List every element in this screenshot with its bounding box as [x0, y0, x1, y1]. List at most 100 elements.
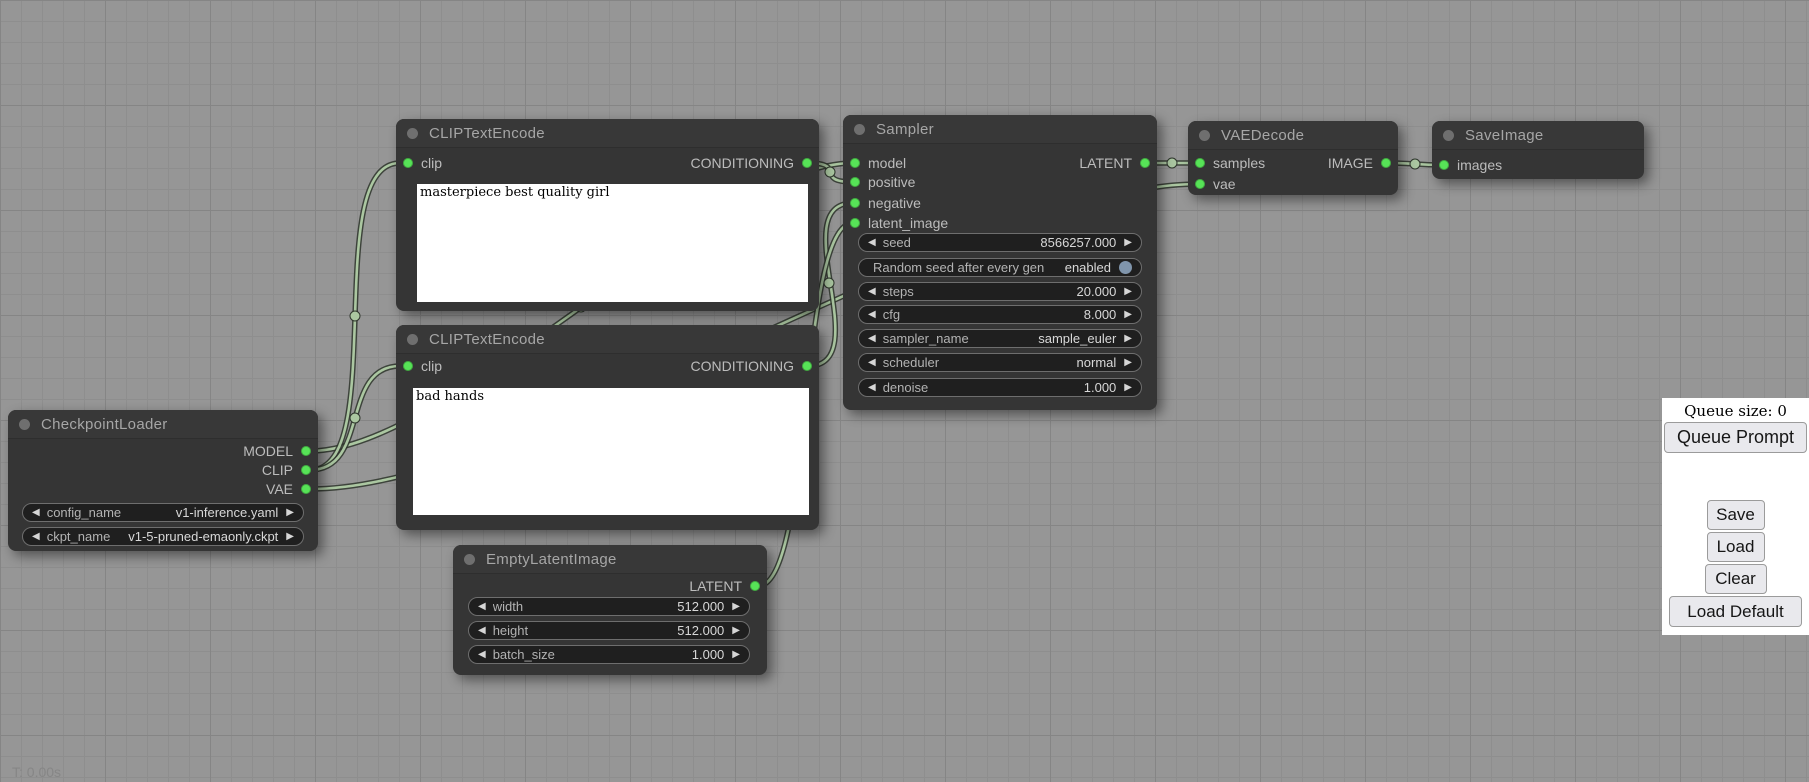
node-titlebar[interactable]: EmptyLatentImage — [453, 545, 767, 574]
positive-prompt-textarea[interactable]: masterpiece best quality girl — [417, 184, 808, 302]
width-widget[interactable]: ◀ width 512.000 ▶ — [468, 597, 750, 616]
next-arrow-icon[interactable]: ▶ — [1124, 238, 1132, 248]
widget-value: 512.000 — [677, 599, 724, 614]
node-titlebar[interactable]: CheckpointLoader — [8, 410, 318, 439]
node-saveimage: SaveImage images — [1432, 121, 1644, 179]
output-port-clip[interactable] — [301, 465, 311, 475]
height-widget[interactable]: ◀ height 512.000 ▶ — [468, 621, 750, 640]
node-title: VAEDecode — [1221, 127, 1304, 144]
widget-label: batch_size — [493, 647, 555, 662]
widget-value: v1-5-pruned-emaonly.ckpt — [128, 529, 278, 544]
output-label: LATENT — [689, 578, 742, 594]
input-port-positive[interactable] — [850, 177, 860, 187]
input-port-clip[interactable] — [403, 158, 413, 168]
widget-label: config_name — [47, 505, 121, 520]
seed-widget[interactable]: ◀ seed 8566257.000 ▶ — [858, 233, 1142, 252]
node-sampler: Sampler model LATENT positive negative l… — [843, 115, 1157, 410]
output-port-image[interactable] — [1381, 158, 1391, 168]
next-arrow-icon[interactable]: ▶ — [1124, 334, 1132, 344]
ckpt-name-widget[interactable]: ◀ ckpt_name v1-5-pruned-emaonly.ckpt ▶ — [22, 527, 304, 546]
load-default-button[interactable]: Load Default — [1669, 596, 1802, 627]
output-port-vae[interactable] — [301, 484, 311, 494]
node-titlebar[interactable]: VAEDecode — [1188, 121, 1398, 150]
queue-prompt-button[interactable]: Queue Prompt — [1664, 422, 1807, 453]
collapse-dot-icon[interactable] — [19, 419, 30, 430]
node-titlebar[interactable]: SaveImage — [1432, 121, 1644, 150]
output-label: VAE — [266, 481, 293, 497]
node-vaedecode: VAEDecode samples IMAGE vae — [1188, 121, 1398, 195]
toggle-on-icon[interactable] — [1119, 261, 1132, 274]
next-arrow-icon[interactable]: ▶ — [732, 626, 740, 636]
next-arrow-icon[interactable]: ▶ — [1124, 287, 1132, 297]
config-name-widget[interactable]: ◀ config_name v1-inference.yaml ▶ — [22, 503, 304, 522]
input-label: negative — [868, 195, 921, 211]
prev-arrow-icon[interactable]: ◀ — [868, 310, 876, 320]
output-port-latent[interactable] — [750, 581, 760, 591]
prev-arrow-icon[interactable]: ◀ — [868, 358, 876, 368]
next-arrow-icon[interactable]: ▶ — [1124, 310, 1132, 320]
output-label: LATENT — [1079, 155, 1132, 171]
prev-arrow-icon[interactable]: ◀ — [868, 238, 876, 248]
prev-arrow-icon[interactable]: ◀ — [868, 287, 876, 297]
collapse-dot-icon[interactable] — [407, 128, 418, 139]
output-port-conditioning[interactable] — [802, 361, 812, 371]
node-titlebar[interactable]: CLIPTextEncode — [396, 119, 819, 148]
load-button[interactable]: Load — [1707, 532, 1765, 562]
steps-widget[interactable]: ◀ steps 20.000 ▶ — [858, 282, 1142, 301]
node-checkpointloader: CheckpointLoader MODEL CLIP VAE ◀ config… — [8, 410, 318, 551]
save-button[interactable]: Save — [1707, 500, 1765, 530]
cfg-widget[interactable]: ◀ cfg 8.000 ▶ — [858, 305, 1142, 324]
input-port-clip[interactable] — [403, 361, 413, 371]
collapse-dot-icon[interactable] — [1443, 130, 1454, 141]
input-port-vae[interactable] — [1195, 179, 1205, 189]
scheduler-widget[interactable]: ◀ scheduler normal ▶ — [858, 353, 1142, 372]
node-titlebar[interactable]: Sampler — [843, 115, 1157, 144]
output-port-model[interactable] — [301, 446, 311, 456]
negative-prompt-textarea[interactable]: bad hands — [413, 388, 809, 515]
output-port-latent[interactable] — [1140, 158, 1150, 168]
input-port-latent-image[interactable] — [850, 218, 860, 228]
input-port-model[interactable] — [850, 158, 860, 168]
output-port-conditioning[interactable] — [802, 158, 812, 168]
denoise-widget[interactable]: ◀ denoise 1.000 ▶ — [858, 378, 1142, 397]
node-cliptextencode-negative: CLIPTextEncode clip CONDITIONING bad han… — [396, 325, 819, 530]
link-clip-positive — [310, 163, 400, 470]
output-label: CONDITIONING — [691, 358, 794, 374]
output-label: IMAGE — [1328, 155, 1373, 171]
input-port-samples[interactable] — [1195, 158, 1205, 168]
next-arrow-icon[interactable]: ▶ — [732, 602, 740, 612]
prev-arrow-icon[interactable]: ◀ — [478, 626, 486, 636]
next-arrow-icon[interactable]: ▶ — [286, 532, 294, 542]
batch-size-widget[interactable]: ◀ batch_size 1.000 ▶ — [468, 645, 750, 664]
next-arrow-icon[interactable]: ▶ — [732, 650, 740, 660]
collapse-dot-icon[interactable] — [1199, 130, 1210, 141]
clear-button[interactable]: Clear — [1705, 564, 1767, 594]
node-graph-canvas[interactable]: T: 0.00s — [0, 0, 1809, 782]
prev-arrow-icon[interactable]: ◀ — [868, 383, 876, 393]
next-arrow-icon[interactable]: ▶ — [1124, 358, 1132, 368]
random-seed-toggle-widget[interactable]: Random seed after every gen enabled — [858, 258, 1142, 277]
prev-arrow-icon[interactable]: ◀ — [478, 602, 486, 612]
input-port-negative[interactable] — [850, 198, 860, 208]
prev-arrow-icon[interactable]: ◀ — [478, 650, 486, 660]
widget-label: Random seed after every gen — [873, 260, 1044, 275]
collapse-dot-icon[interactable] — [464, 554, 475, 565]
prev-arrow-icon[interactable]: ◀ — [32, 508, 40, 518]
link-clip-negative — [310, 366, 400, 470]
collapse-dot-icon[interactable] — [407, 334, 418, 345]
input-port-images[interactable] — [1439, 160, 1449, 170]
prev-arrow-icon[interactable]: ◀ — [32, 532, 40, 542]
link-midpoint-dot — [825, 167, 835, 177]
node-cliptextencode-positive: CLIPTextEncode clip CONDITIONING masterp… — [396, 119, 819, 311]
collapse-dot-icon[interactable] — [854, 124, 865, 135]
prev-arrow-icon[interactable]: ◀ — [868, 334, 876, 344]
next-arrow-icon[interactable]: ▶ — [286, 508, 294, 518]
widget-label: denoise — [883, 380, 929, 395]
next-arrow-icon[interactable]: ▶ — [1124, 383, 1132, 393]
widget-label: steps — [883, 284, 914, 299]
widget-label: sampler_name — [883, 331, 969, 346]
sampler-name-widget[interactable]: ◀ sampler_name sample_euler ▶ — [858, 329, 1142, 348]
widget-label: seed — [883, 235, 911, 250]
widget-value: normal — [1077, 355, 1117, 370]
node-titlebar[interactable]: CLIPTextEncode — [396, 325, 819, 354]
